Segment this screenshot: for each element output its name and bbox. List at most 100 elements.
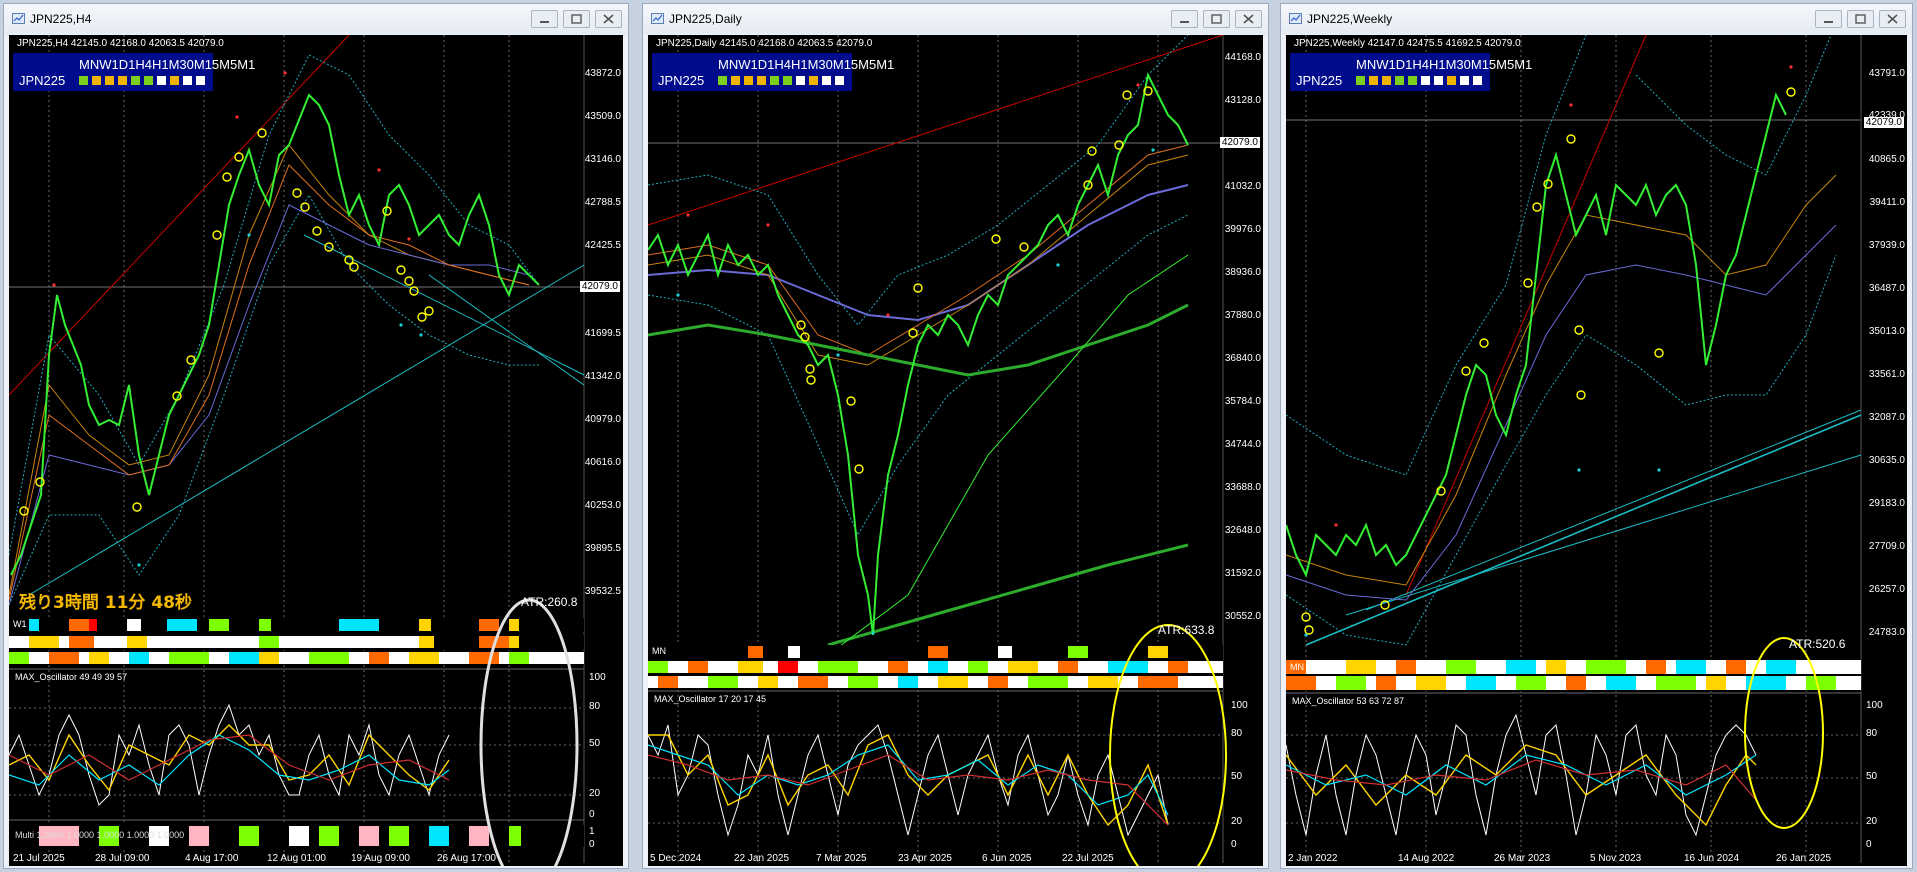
trend-square (92, 76, 101, 85)
price-label: 26257.0 (1868, 584, 1905, 595)
bottom-scale-label: 1 (589, 826, 595, 837)
close-button[interactable] (1879, 10, 1906, 28)
maximize-button[interactable] (1847, 10, 1874, 28)
maximize-button[interactable] (563, 10, 590, 28)
timeframe-panel: MNW1D1H4H1M30M15M5M1 JPN225 (1290, 53, 1532, 91)
trend-square (1408, 76, 1417, 85)
price-label: 36840.0 (1224, 353, 1261, 364)
price-chart-canvas (1286, 35, 1862, 863)
minimize-button[interactable] (1815, 10, 1842, 28)
price-label: 43128.0 (1224, 95, 1261, 106)
chart-window-h4[interactable]: JPN225,H4 JPN225,H4 42145.0 42168.0 4206… (3, 3, 629, 869)
row-label: W1 (13, 619, 27, 629)
chart-window-weekly[interactable]: JPN225,Weekly JPN225,Weekly 42147.0 4247… (1280, 3, 1913, 869)
price-label: 24783.0 (1868, 627, 1905, 638)
time-axis-label: 26 Jan 2025 (1776, 853, 1832, 864)
maximize-icon (1855, 14, 1866, 24)
price-label: 33561.0 (1868, 369, 1905, 380)
time-axis-label: 5 Nov 2023 (1590, 853, 1642, 864)
price-label: 35784.0 (1224, 396, 1261, 407)
time-axis-label: 23 Apr 2025 (898, 853, 952, 864)
price-label: 34744.0 (1224, 439, 1261, 450)
maximize-icon (1211, 14, 1222, 24)
price-label: 43509.0 (584, 111, 621, 122)
time-axis-label: 22 Jan 2025 (734, 853, 790, 864)
chart-window-daily[interactable]: JPN225,Daily JPN225,Daily 42145.0 42168.… (642, 3, 1269, 869)
chart-area[interactable]: JPN225,H4 42145.0 42168.0 42063.5 42079.… (9, 35, 623, 866)
time-axis-label: 21 Jul 2025 (13, 853, 65, 864)
price-label: 32648.0 (1224, 525, 1261, 536)
time-axis-label: 2 Jan 2022 (1288, 853, 1338, 864)
price-label: 30552.0 (1224, 611, 1261, 622)
price-label: 42425.5 (584, 240, 621, 251)
price-label: 35013.0 (1868, 326, 1905, 337)
trend-square (835, 76, 844, 85)
price-label: 27709.0 (1868, 541, 1905, 552)
window-title: JPN225,Weekly (1307, 12, 1393, 26)
price-label: 43791.0 (1868, 68, 1905, 79)
price-label: 31592.0 (1224, 568, 1261, 579)
maximize-button[interactable] (1203, 10, 1230, 28)
trend-square (822, 76, 831, 85)
minimize-button[interactable] (531, 10, 558, 28)
close-icon (1887, 14, 1898, 24)
countdown-timer: 残り3時間 11分 48秒 (19, 593, 192, 613)
time-axis-label: 19 Aug 09:00 (351, 853, 410, 864)
trend-square (79, 76, 88, 85)
price-label: 42788.5 (584, 197, 621, 208)
window-titlebar[interactable]: JPN225,Daily (643, 4, 1268, 34)
minimize-icon (1180, 21, 1189, 23)
price-label: 39411.0 (1869, 197, 1905, 208)
maximize-icon (571, 14, 582, 24)
chart-area[interactable]: JPN225,Daily 42145.0 42168.0 42063.5 420… (648, 35, 1263, 866)
chart-window-icon (651, 13, 664, 24)
trend-square (105, 76, 114, 85)
bottom-scale-label: 0 (589, 839, 595, 850)
symbol-label: JPN225 (19, 73, 66, 88)
current-price-label: 42079.0 (1863, 117, 1904, 128)
time-axis-label: 16 Jun 2024 (1684, 853, 1740, 864)
oscillator-label: MAX_Oscillator 53 63 72 87 (1292, 696, 1405, 706)
trend-square (718, 76, 727, 85)
osc-scale-label: 0 (1231, 839, 1237, 850)
price-label: 39976.0 (1224, 224, 1261, 235)
time-axis-label: 7 Mar 2025 (816, 853, 867, 864)
price-label: 40979.0 (584, 414, 621, 425)
osc-scale-label: 0 (589, 809, 595, 820)
trend-square (1447, 76, 1456, 85)
trend-square (744, 76, 753, 85)
trend-square (770, 76, 779, 85)
atr-label: ATR:260.8 (521, 595, 578, 609)
multi-indicator-label: Multi 1.0000 1.0000 1.0000 1.0000 1.0000 (15, 830, 185, 840)
current-price-label: 42079.0 (1219, 137, 1260, 148)
timeframe-labels: MNW1D1H4H1M30M15M5M1 (1356, 57, 1533, 72)
trend-square (170, 76, 179, 85)
osc-scale-label: 50 (589, 738, 601, 749)
oscillator-label: MAX_Oscillator 49 49 39 57 (15, 672, 128, 682)
price-label: 33688.0 (1224, 482, 1261, 493)
window-titlebar[interactable]: JPN225,H4 (4, 4, 628, 34)
window-titlebar[interactable]: JPN225,Weekly (1281, 4, 1912, 34)
price-label: 40616.0 (584, 457, 621, 468)
trend-square (157, 76, 166, 85)
close-button[interactable] (595, 10, 622, 28)
trend-square (144, 76, 153, 85)
time-axis-label: 5 Dec 2024 (650, 853, 702, 864)
price-label: 37880.0 (1224, 310, 1261, 321)
atr-label: ATR:633.8 (1158, 623, 1215, 637)
chart-window-icon (1289, 13, 1302, 24)
price-label: 40253.0 (584, 500, 621, 511)
close-button[interactable] (1235, 10, 1262, 28)
close-icon (1243, 14, 1254, 24)
trend-square (1473, 76, 1482, 85)
minimize-button[interactable] (1171, 10, 1198, 28)
chart-header: JPN225,Weekly 42147.0 42475.5 41692.5 42… (1294, 38, 1521, 49)
current-price-label: 42079.0 (579, 281, 620, 292)
trend-square (731, 76, 740, 85)
trend-square (757, 76, 766, 85)
price-chart-canvas (648, 35, 1227, 866)
trend-square (1434, 76, 1443, 85)
chart-area[interactable]: JPN225,Weekly 42147.0 42475.5 41692.5 42… (1286, 35, 1907, 866)
window-title: JPN225,Daily (669, 12, 742, 26)
osc-scale-label: 80 (1231, 728, 1243, 739)
